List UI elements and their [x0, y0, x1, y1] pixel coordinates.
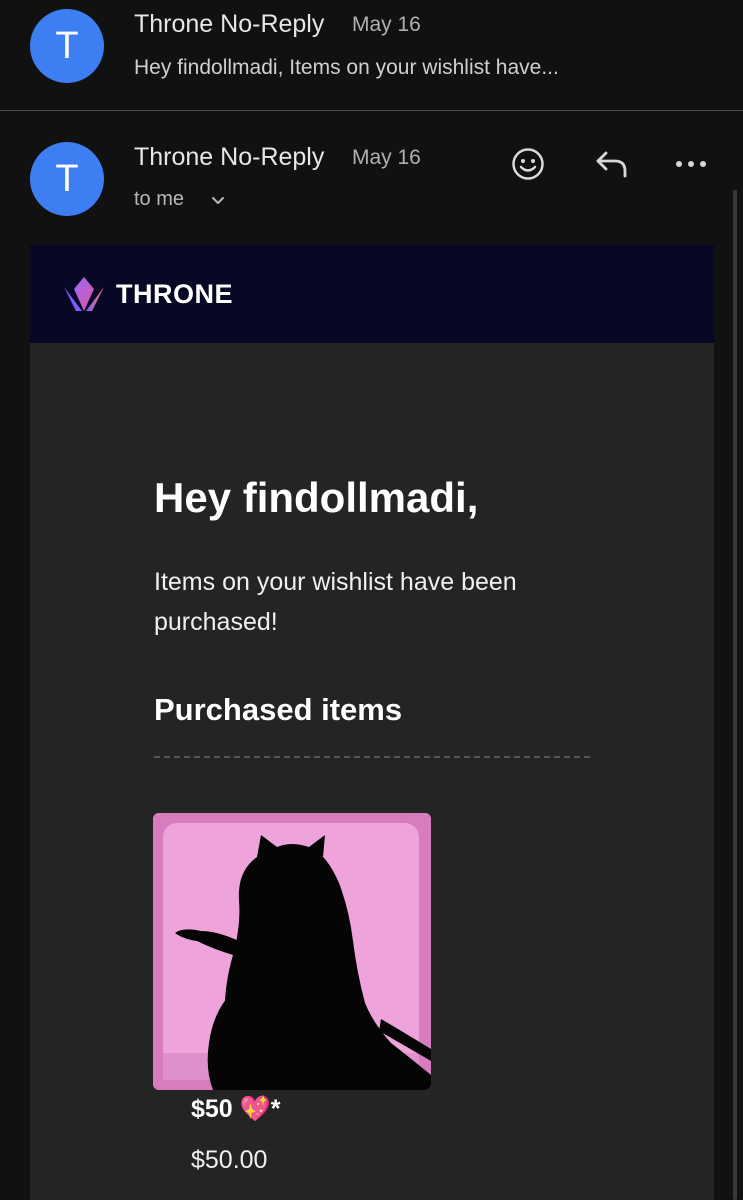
email-body: THRONE Hey findollmadi, Items on your wi… — [30, 245, 714, 1200]
item-price: $50.00 — [191, 1146, 268, 1174]
scrollbar[interactable] — [733, 190, 737, 1200]
section-divider — [154, 756, 590, 758]
item-name: $50 💖* — [191, 1095, 281, 1123]
purchased-items-heading: Purchased items — [154, 692, 403, 727]
more-icon[interactable] — [668, 144, 714, 184]
brand-name: THRONE — [116, 279, 233, 309]
greeting: Hey findollmadi, — [154, 474, 479, 521]
message-snippet: Hey findollmadi, Items on your wishlist … — [134, 56, 559, 79]
sender-avatar: T — [30, 142, 104, 216]
throne-logo-icon — [62, 275, 106, 313]
recipient-label: to me — [134, 188, 185, 210]
sender-name: Throne No-Reply — [134, 10, 325, 38]
brand-header: THRONE — [30, 245, 714, 343]
message-date: May 16 — [352, 146, 421, 169]
message-date: May 16 — [352, 13, 421, 36]
sender-name: Throne No-Reply — [134, 143, 325, 171]
chevron-down-icon — [208, 191, 228, 211]
item-image[interactable] — [153, 813, 431, 1090]
recipient-details-toggle[interactable]: to me — [134, 187, 234, 215]
sender-avatar: T — [30, 9, 104, 83]
emoji-icon[interactable] — [506, 142, 550, 186]
thread-divider — [0, 110, 743, 111]
reply-icon[interactable] — [588, 142, 634, 186]
notification-message: Items on your wishlist have been purchas… — [154, 568, 517, 636]
